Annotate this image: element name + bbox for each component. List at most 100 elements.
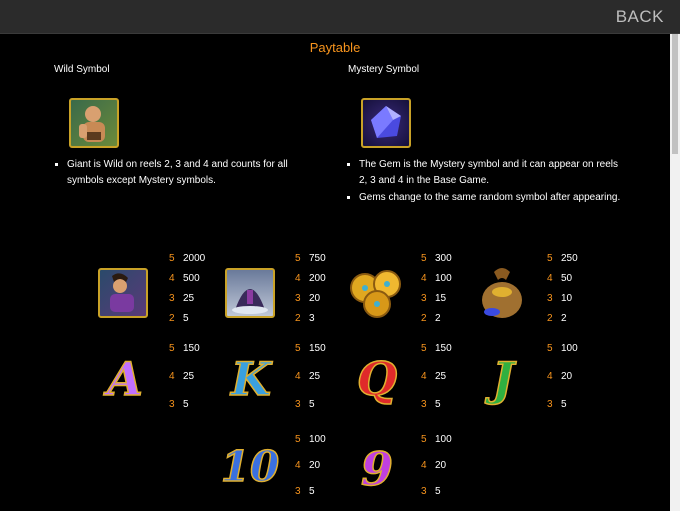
top-bar: BACK [0, 0, 680, 34]
payout-value: 25 [183, 371, 195, 382]
pay-row: 3 25 [169, 293, 194, 304]
pay-row: 35 [295, 399, 315, 410]
pay-row: 23 [295, 313, 315, 324]
pay-row: 5 750 [295, 253, 326, 264]
payout-value: 150 [435, 343, 452, 354]
mystery-symbol-title: Mystery Symbol [348, 64, 420, 75]
mystery-bullet: The Gem is the Mystery symbol and it can… [359, 157, 629, 189]
letter-k-symbol-icon: K [230, 351, 271, 407]
match-count: 5 [295, 343, 301, 354]
pay-row: 5 100 [547, 343, 578, 354]
scrollbar-thumb[interactable] [672, 34, 678, 154]
payout-value: 20 [561, 371, 573, 382]
payout-value: 2000 [183, 253, 206, 264]
pay-row: 4 50 [547, 273, 572, 284]
payout-value: 25 [183, 293, 195, 304]
pay-row: 5 250 [547, 253, 578, 264]
number-9-symbol-icon: 9 [360, 441, 394, 497]
payout-value: 150 [183, 343, 200, 354]
match-count: 3 [169, 293, 175, 304]
match-count: 3 [295, 293, 301, 304]
giant-wild-icon [69, 98, 119, 148]
pay-row: 5 150 [421, 343, 452, 354]
payout-value: 500 [183, 273, 200, 284]
match-count: 4 [547, 273, 553, 284]
payout-value: 750 [309, 253, 326, 264]
pay-row: 22 [421, 313, 441, 324]
payout-value: 2 [435, 313, 441, 324]
match-count: 5 [421, 343, 427, 354]
match-count: 4 [295, 371, 301, 382]
payout-value: 20 [435, 460, 447, 471]
payout-value: 5 [561, 399, 567, 410]
letter-j-symbol-icon: J [491, 351, 514, 407]
pay-row: 4 20 [421, 460, 446, 471]
payout-value: 100 [435, 434, 452, 445]
hero-symbol-icon [98, 268, 148, 318]
pay-row: 3 10 [547, 293, 572, 304]
letter-q-symbol-icon: Q [356, 351, 398, 407]
payout-value: 100 [435, 273, 452, 284]
pay-row: 35 [421, 486, 441, 497]
match-count: 4 [295, 273, 301, 284]
pay-row: 5 300 [421, 253, 452, 264]
pay-row: 4 25 [169, 371, 194, 382]
back-button[interactable]: BACK [616, 7, 664, 27]
pay-row: 4 500 [169, 273, 200, 284]
pay-row: 35 [547, 399, 567, 410]
match-count: 3 [295, 486, 301, 497]
gem-mystery-icon [361, 98, 411, 148]
match-count: 4 [547, 371, 553, 382]
pay-row: 4 100 [421, 273, 452, 284]
match-count: 2 [421, 313, 427, 324]
pay-row: 4 200 [295, 273, 326, 284]
payout-value: 200 [309, 273, 326, 284]
match-count: 3 [547, 293, 553, 304]
castle-symbol-icon [225, 268, 275, 318]
match-count: 4 [295, 460, 301, 471]
match-count: 3 [421, 293, 427, 304]
pay-row: 5 100 [421, 434, 452, 445]
pay-row: 5 2000 [169, 253, 205, 264]
payout-value: 5 [309, 399, 315, 410]
payout-value: 20 [309, 293, 321, 304]
match-count: 4 [421, 273, 427, 284]
match-count: 5 [421, 434, 427, 445]
payout-value: 5 [435, 486, 441, 497]
payout-value: 10 [561, 293, 573, 304]
match-count: 5 [295, 434, 301, 445]
match-count: 3 [169, 399, 175, 410]
payout-value: 5 [309, 486, 315, 497]
paytable-title: Paytable [309, 40, 361, 55]
wild-description: Giant is Wild on reels 2, 3 and 4 and co… [55, 157, 327, 190]
match-count: 4 [421, 371, 427, 382]
pay-row: 4 20 [547, 371, 572, 382]
match-count: 5 [547, 343, 553, 354]
match-count: 4 [421, 460, 427, 471]
payout-value: 5 [435, 399, 441, 410]
pay-row: 5 150 [295, 343, 326, 354]
payout-value: 3 [309, 313, 315, 324]
match-count: 2 [547, 313, 553, 324]
pay-row: 35 [295, 486, 315, 497]
payout-value: 100 [561, 343, 578, 354]
match-count: 3 [295, 399, 301, 410]
payout-value: 5 [183, 399, 189, 410]
match-count: 3 [421, 399, 427, 410]
payout-value: 20 [309, 460, 321, 471]
match-count: 4 [169, 371, 175, 382]
pay-row: 4 25 [295, 371, 320, 382]
payout-value: 25 [435, 371, 447, 382]
payout-value: 5 [183, 313, 189, 324]
payout-value: 300 [435, 253, 452, 264]
payout-value: 15 [435, 293, 447, 304]
number-10-symbol-icon: 10 [220, 441, 280, 492]
letter-a-symbol-icon: A [106, 351, 143, 407]
pay-row: 5 100 [295, 434, 326, 445]
wild-symbol-title: Wild Symbol [54, 64, 110, 75]
payout-value: 2 [561, 313, 567, 324]
mystery-bullet: Gems change to the same random symbol af… [359, 190, 629, 206]
match-count: 5 [169, 253, 175, 264]
match-count: 3 [547, 399, 553, 410]
payout-value: 100 [309, 434, 326, 445]
